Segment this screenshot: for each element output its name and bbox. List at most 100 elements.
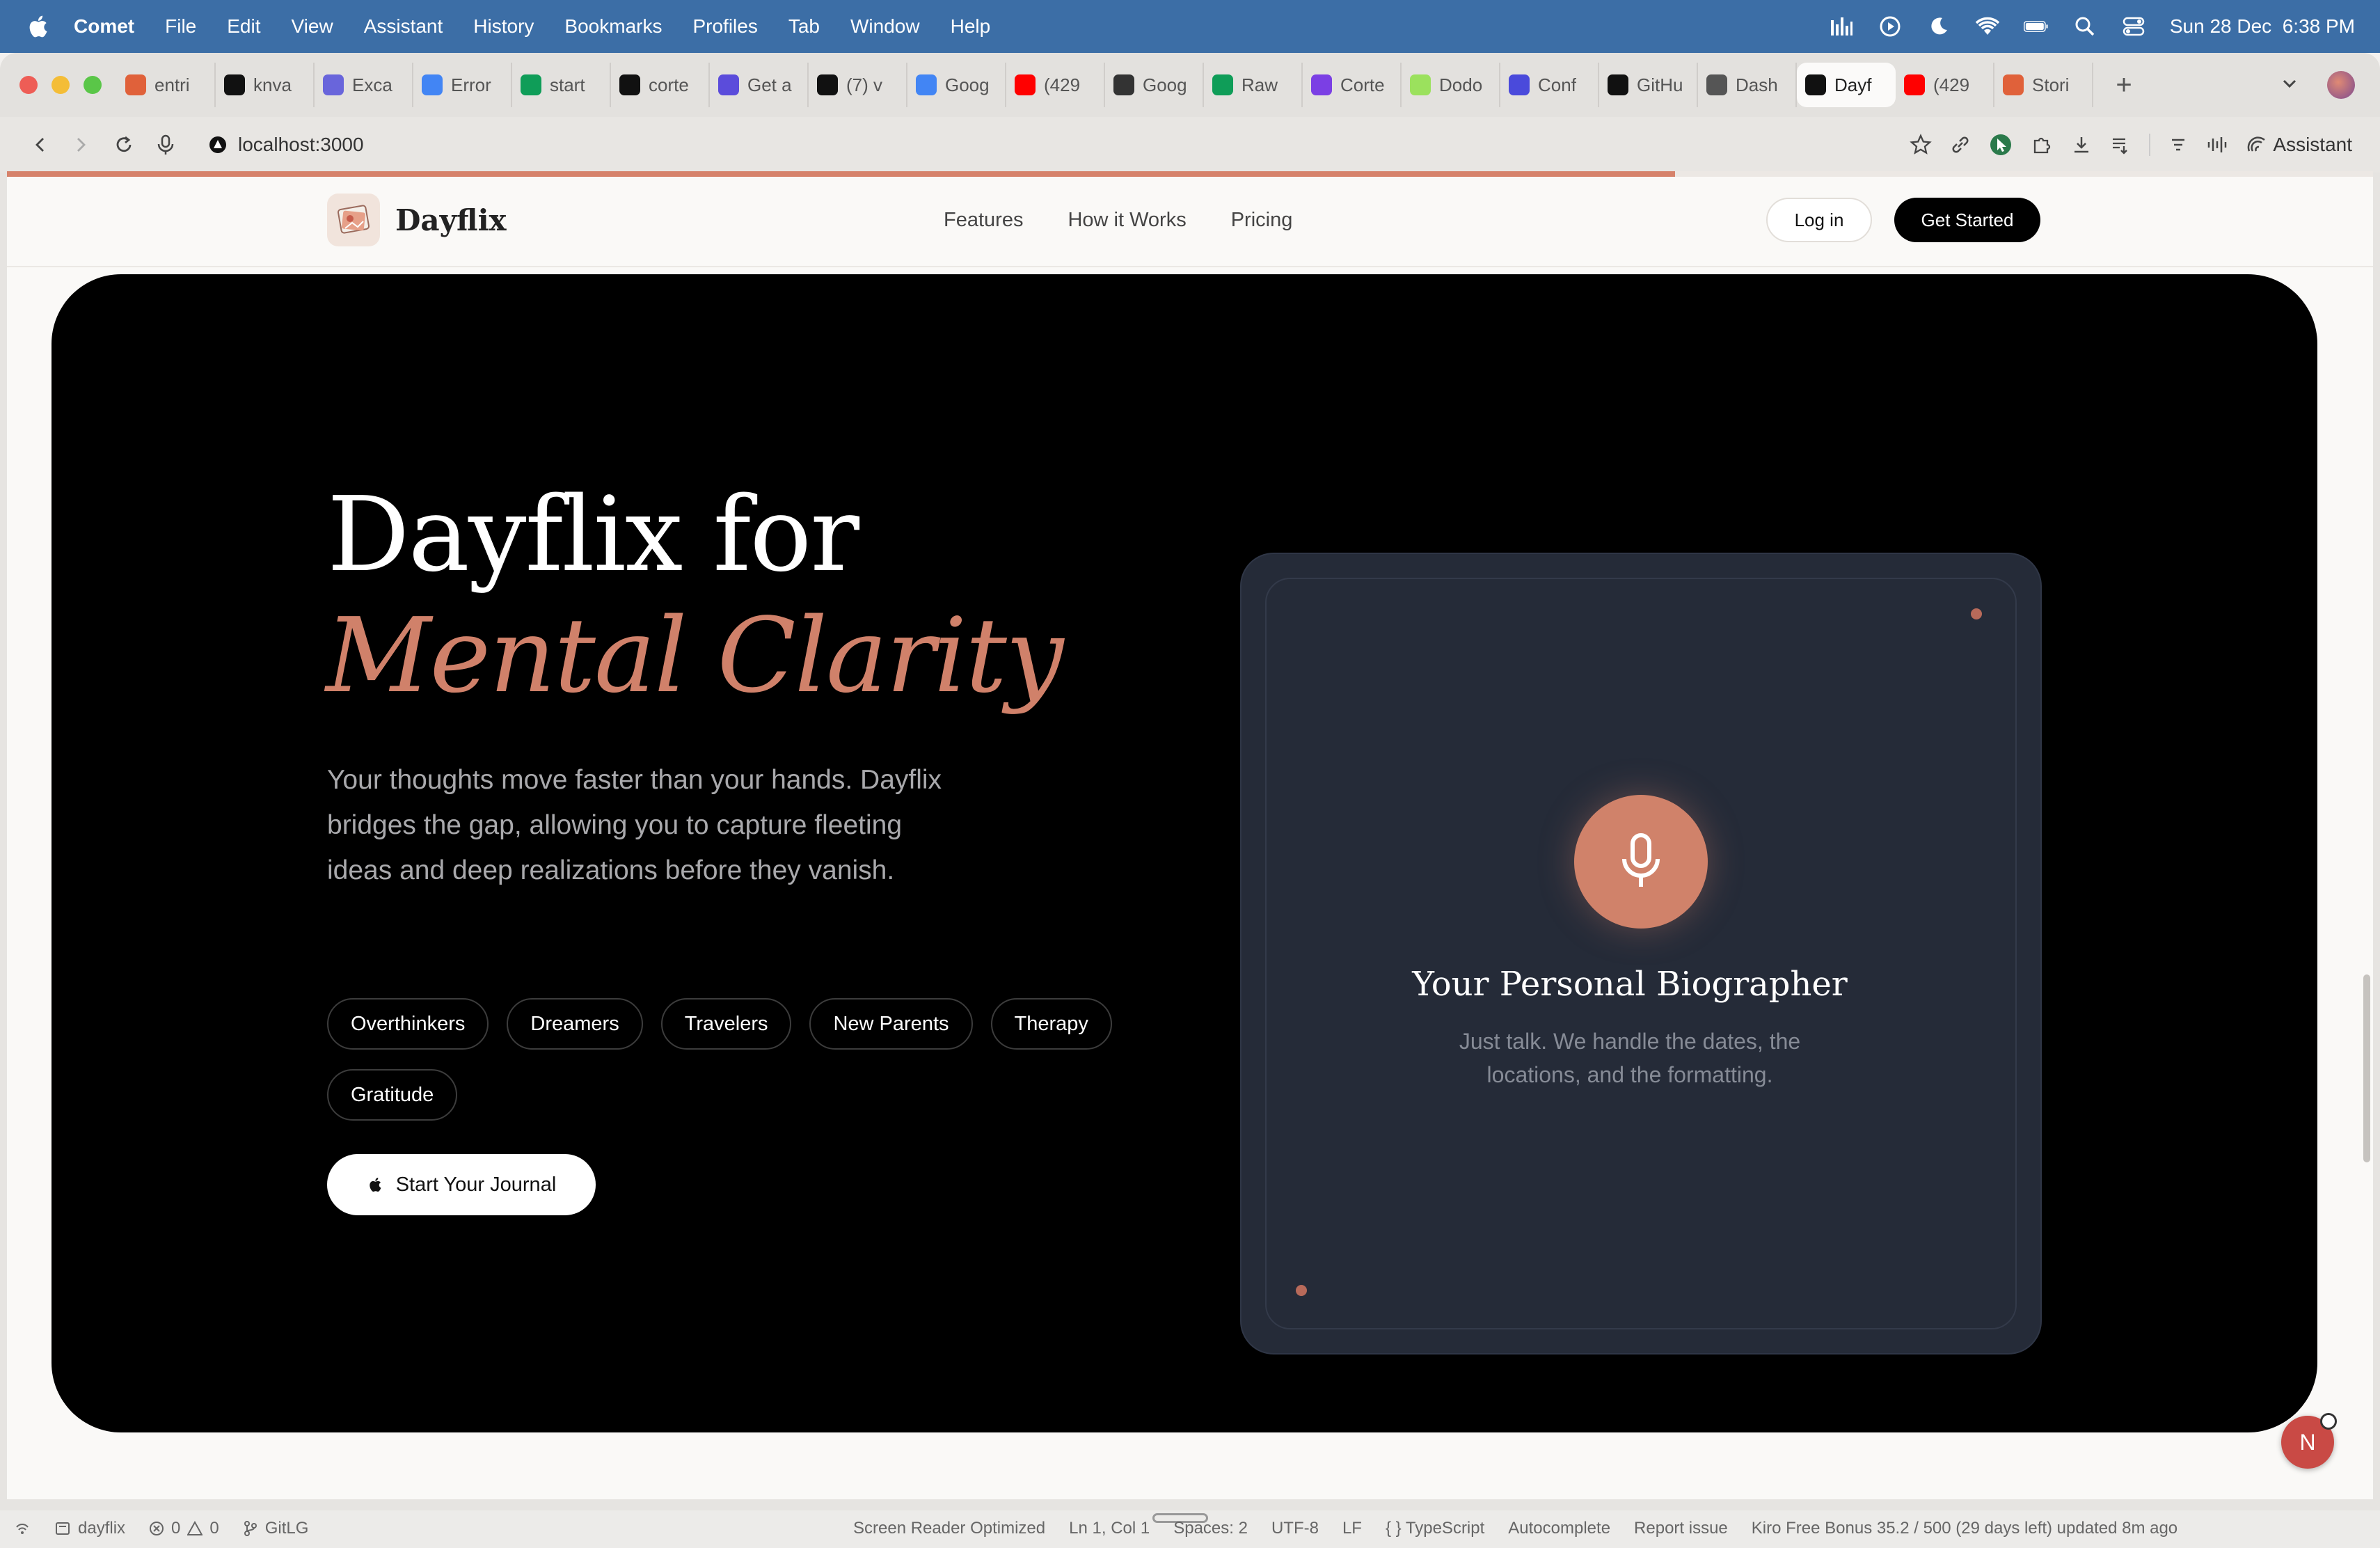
- card-decoration-dot: [1971, 608, 1982, 619]
- new-tab-button[interactable]: +: [2110, 70, 2138, 101]
- reload-icon[interactable]: [109, 129, 139, 160]
- minimize-window-button[interactable]: [51, 76, 70, 94]
- menu-view[interactable]: View: [292, 15, 333, 38]
- chip-gratitude[interactable]: Gratitude: [327, 1069, 458, 1121]
- apple-logo-icon[interactable]: [25, 13, 53, 40]
- menu-tab[interactable]: Tab: [788, 15, 820, 38]
- encoding[interactable]: UTF-8: [1271, 1519, 1319, 1538]
- menu-app-name[interactable]: Comet: [74, 15, 134, 38]
- site-logo[interactable]: Dayflix: [327, 194, 507, 246]
- browser-tab[interactable]: Get a: [710, 63, 809, 107]
- tab-label: Raw: [1241, 74, 1278, 95]
- browser-tab[interactable]: (429: [1896, 63, 1994, 107]
- problems-indicator[interactable]: 00: [149, 1519, 219, 1538]
- nav-how-it-works[interactable]: How it Works: [1068, 209, 1186, 232]
- url-text[interactable]: localhost:3000: [238, 134, 364, 156]
- chip-travelers[interactable]: Travelers: [660, 998, 792, 1050]
- screen-reader-status[interactable]: Screen Reader Optimized: [853, 1519, 1045, 1538]
- indentation[interactable]: Spaces: 2: [1173, 1519, 1248, 1538]
- moon-icon[interactable]: [1926, 14, 1951, 39]
- forward-icon[interactable]: [65, 129, 96, 160]
- sidebar-menu-icon[interactable]: [2168, 135, 2188, 155]
- url-field[interactable]: localhost:3000: [209, 134, 364, 156]
- browser-tab[interactable]: Goog: [1105, 63, 1204, 107]
- browser-tab[interactable]: Conf: [1500, 63, 1599, 107]
- microphone-icon[interactable]: [150, 129, 181, 160]
- site-triangle-icon: [209, 136, 227, 154]
- tab-favicon-icon: [1015, 74, 1036, 95]
- chip-therapy[interactable]: Therapy: [990, 998, 1112, 1050]
- get-started-button[interactable]: Get Started: [1894, 198, 2040, 242]
- tab-list-chevron-icon[interactable]: [2276, 70, 2303, 97]
- voice-waveform-icon[interactable]: [2206, 135, 2228, 155]
- language-mode[interactable]: { } TypeScript: [1386, 1519, 1484, 1538]
- menu-help[interactable]: Help: [951, 15, 991, 38]
- browser-tab[interactable]: Dash: [1698, 63, 1797, 107]
- card-subtitle: Just talk. We handle the dates, the loca…: [1459, 1029, 1801, 1087]
- bookmark-star-icon[interactable]: [1910, 134, 1933, 156]
- copy-link-icon[interactable]: [1950, 134, 1971, 155]
- back-icon[interactable]: [25, 129, 56, 160]
- nav-features[interactable]: Features: [944, 209, 1023, 232]
- menubar-clock[interactable]: Sun 28 Dec 6:38 PM: [2170, 15, 2355, 38]
- hero-description: Your thoughts move faster than your hand…: [327, 765, 942, 885]
- assistant-button[interactable]: Assistant: [2246, 134, 2352, 156]
- autocomplete-status[interactable]: Autocomplete: [1508, 1519, 1610, 1538]
- menu-assistant[interactable]: Assistant: [364, 15, 443, 38]
- browser-tab[interactable]: (7) v: [809, 63, 907, 107]
- wifi-icon[interactable]: [1975, 14, 2000, 39]
- browser-tab[interactable]: GitHu: [1599, 63, 1698, 107]
- user-avatar-button[interactable]: N: [2281, 1413, 2337, 1469]
- nav-pricing[interactable]: Pricing: [1231, 209, 1293, 232]
- cursor-position[interactable]: Ln 1, Col 1: [1069, 1519, 1150, 1538]
- tab-favicon-icon: [1706, 74, 1727, 95]
- extension-cursor-icon[interactable]: [1989, 133, 2013, 157]
- start-journal-button[interactable]: Start Your Journal: [327, 1154, 596, 1215]
- chip-new-parents[interactable]: New Parents: [809, 998, 973, 1050]
- browser-tab[interactable]: Exca: [315, 63, 413, 107]
- browser-tab[interactable]: Goog: [907, 63, 1006, 107]
- chip-dreamers[interactable]: Dreamers: [507, 998, 643, 1050]
- browser-tab[interactable]: (429: [1006, 63, 1105, 107]
- line-ending[interactable]: LF: [1342, 1519, 1362, 1538]
- control-center-icon[interactable]: [2121, 14, 2146, 39]
- remote-icon[interactable]: [14, 1519, 31, 1538]
- extensions-puzzle-icon[interactable]: [2031, 134, 2053, 156]
- menu-edit[interactable]: Edit: [227, 15, 260, 38]
- menu-bookmarks[interactable]: Bookmarks: [564, 15, 662, 38]
- reading-list-icon[interactable]: [2110, 134, 2131, 155]
- menu-history[interactable]: History: [473, 15, 534, 38]
- browser-tab[interactable]: Dodo: [1402, 63, 1500, 107]
- browser-tab[interactable]: Corte: [1303, 63, 1402, 107]
- spotlight-search-icon[interactable]: [2072, 14, 2097, 39]
- profile-icon[interactable]: [2327, 71, 2355, 99]
- report-issue[interactable]: Report issue: [1634, 1519, 1728, 1538]
- tab-favicon-icon: [1212, 74, 1233, 95]
- battery-icon[interactable]: [2023, 14, 2049, 39]
- activity-monitor-icon[interactable]: [1829, 14, 1854, 39]
- menu-window[interactable]: Window: [850, 15, 920, 38]
- play-circle-icon[interactable]: [1878, 14, 1903, 39]
- git-branch[interactable]: GitLG: [243, 1519, 308, 1538]
- menu-file[interactable]: File: [165, 15, 196, 38]
- browser-tab[interactable]: Raw: [1204, 63, 1303, 107]
- browser-tab[interactable]: entri: [117, 63, 216, 107]
- login-button[interactable]: Log in: [1766, 198, 1872, 242]
- kiro-bonus-status[interactable]: Kiro Free Bonus 35.2 / 500 (29 days left…: [1752, 1519, 2177, 1538]
- chip-overthinkers[interactable]: Overthinkers: [327, 998, 489, 1050]
- browser-tab[interactable]: Dayf: [1797, 63, 1896, 107]
- download-icon[interactable]: [2071, 134, 2092, 155]
- browser-tab[interactable]: Error: [413, 63, 512, 107]
- record-microphone-button[interactable]: [1574, 795, 1708, 929]
- zoom-window-button[interactable]: [84, 76, 102, 94]
- browser-tab[interactable]: Stori: [1994, 63, 2093, 107]
- browser-tab[interactable]: corte: [611, 63, 710, 107]
- browser-tab[interactable]: knva: [216, 63, 315, 107]
- menu-profiles[interactable]: Profiles: [692, 15, 757, 38]
- tab-favicon-icon: [1509, 74, 1530, 95]
- tab-label: Error: [451, 74, 491, 95]
- close-window-button[interactable]: [19, 76, 38, 94]
- page-scrollbar[interactable]: [2363, 974, 2370, 1162]
- browser-tab[interactable]: start: [512, 63, 611, 107]
- project-name[interactable]: dayflix: [54, 1519, 125, 1538]
